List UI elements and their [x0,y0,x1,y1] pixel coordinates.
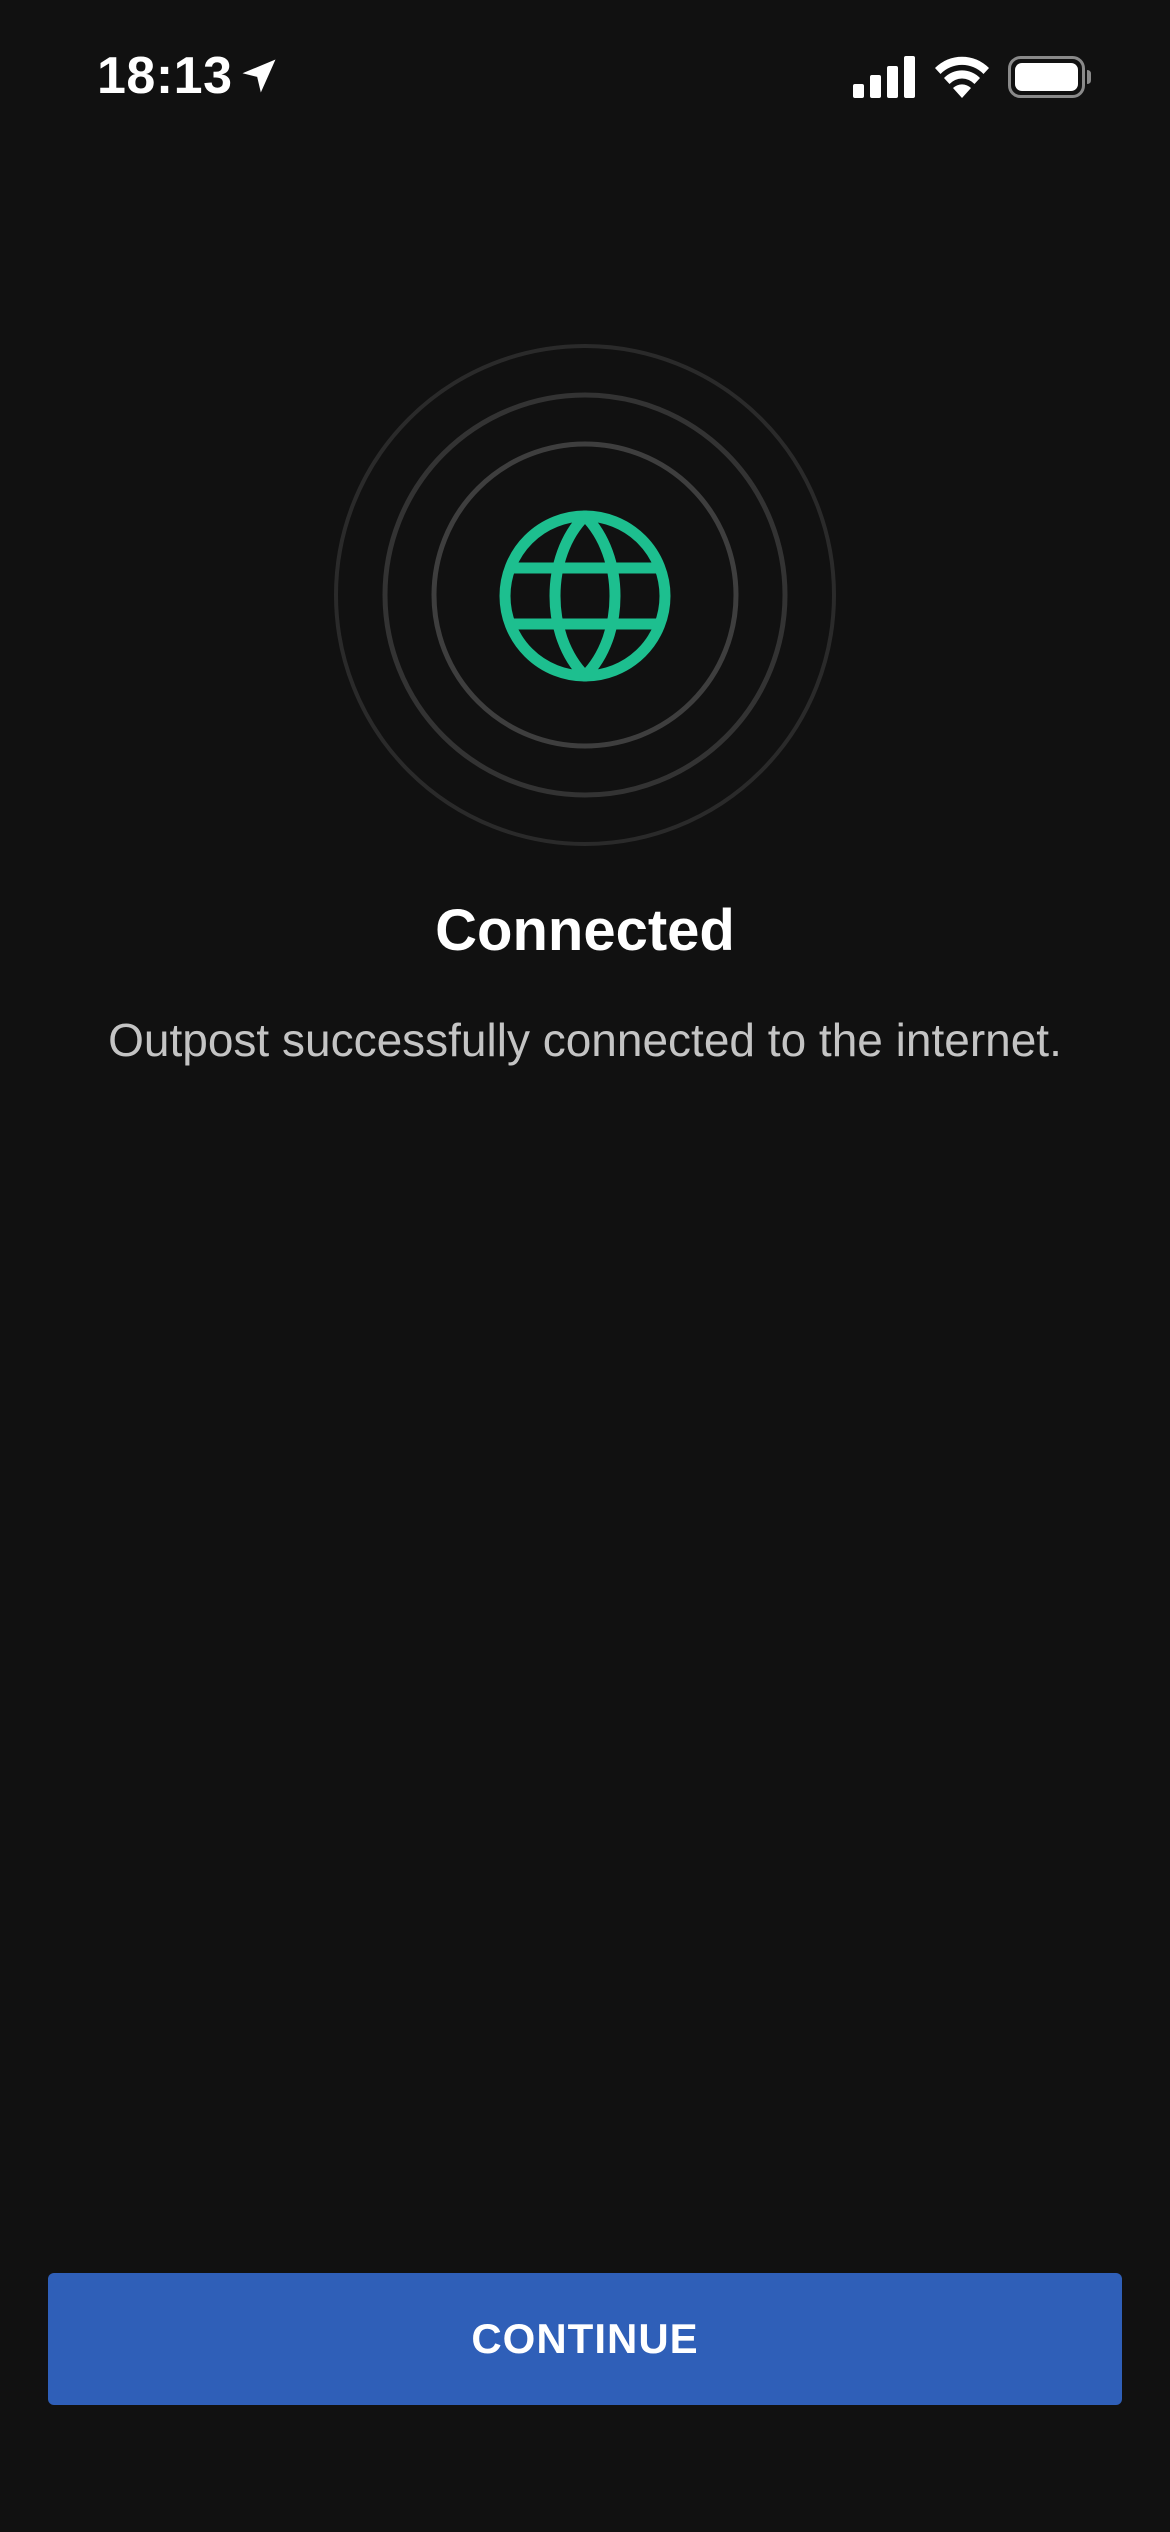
continue-button[interactable]: CONTINUE [48,2273,1122,2405]
cellular-signal-icon [853,56,915,98]
status-message: Outpost successfully connected to the in… [108,1014,1062,1066]
location-arrow-icon [242,59,276,93]
globe-icon [499,510,671,682]
battery-icon [1008,56,1091,98]
continue-button-label: CONTINUE [471,2315,699,2362]
page-title: Connected [435,898,735,963]
status-time: 18:13 [97,47,233,105]
status-bar: 18:13 [0,0,1170,150]
wifi-icon [935,56,989,98]
